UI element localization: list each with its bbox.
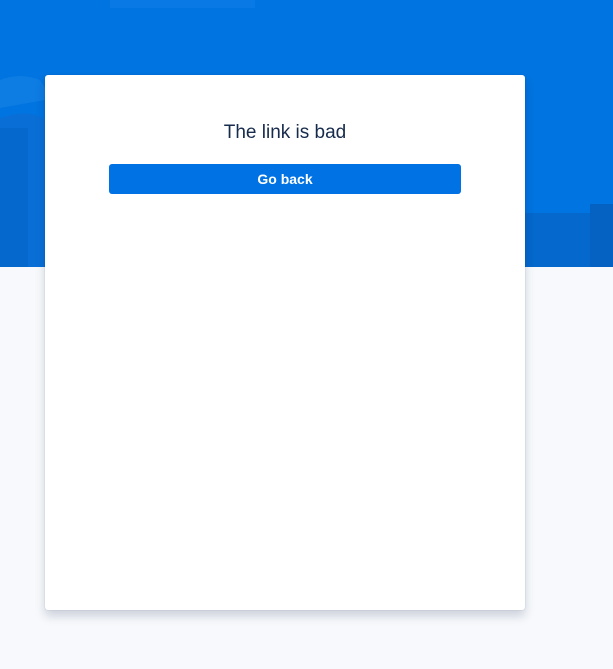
go-back-button[interactable]: Go back [109, 164, 461, 194]
page-title: The link is bad [223, 122, 347, 143]
error-card: The link is bad Go back [45, 75, 525, 610]
